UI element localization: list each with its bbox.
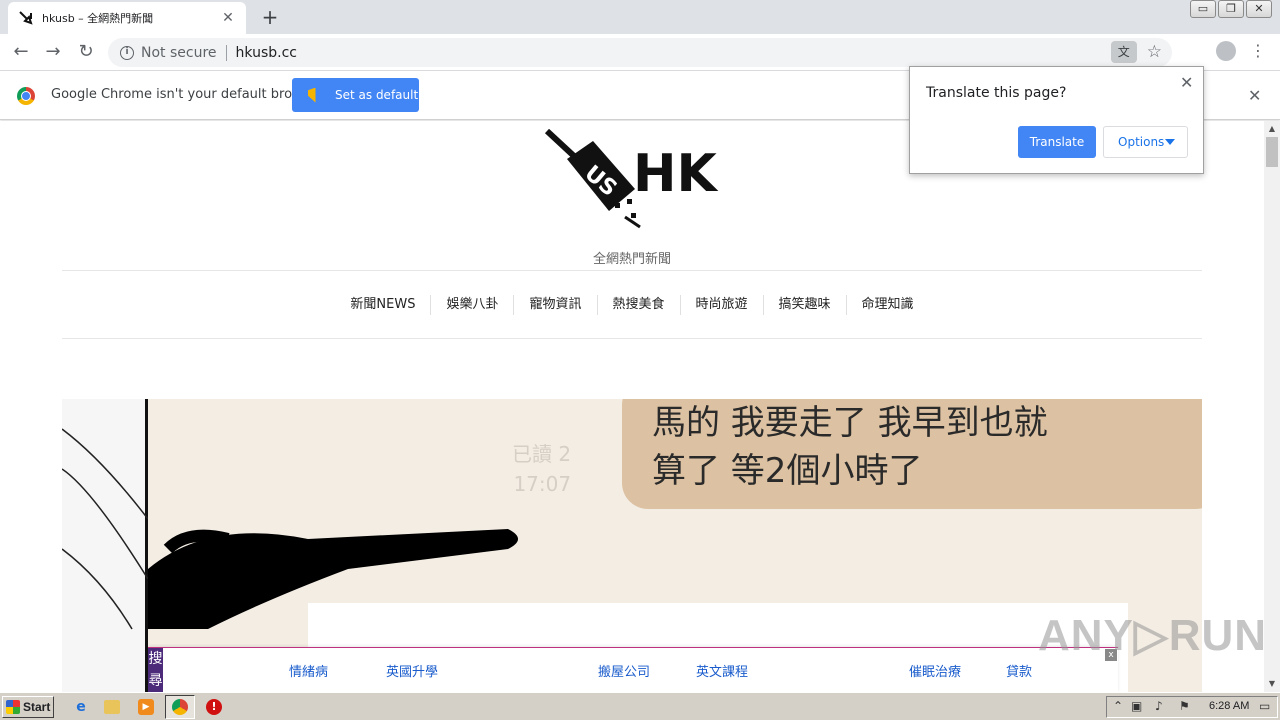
address-bar[interactable]: i Not secure hkusb.cc 文 ☆ [108,38,1172,67]
omnibox-actions: 文 ☆ [1110,41,1162,63]
chat-line-2: 算了 等2個小時了 [652,451,923,491]
ad-link-6[interactable]: 貸款 [1006,661,1032,680]
profile-avatar-icon[interactable] [1216,41,1236,61]
forward-button[interactable]: → [41,41,65,65]
chrome-taskbar-button[interactable] [165,695,195,719]
ad-link-2[interactable]: 英國升學 [386,661,438,680]
site-nav: 新聞NEWS 娛樂八卦 寵物資訊 熱搜美食 時尚旅遊 搞笑趣味 命理知識 [0,295,1264,315]
ad-link-3[interactable]: 搬屋公司 [598,661,650,680]
url-text[interactable]: hkusb.cc [236,45,297,61]
chrome-menu-icon[interactable]: ⋮ [1250,40,1266,62]
translate-button[interactable]: Translate [1018,126,1096,158]
windows-logo-icon [6,700,20,714]
nav-funny[interactable]: 搞笑趣味 [762,295,846,315]
ad-search-tag: 搜尋 [148,648,163,692]
minimize-button[interactable]: ▭ [1190,0,1216,18]
nav-fashion-travel[interactable]: 時尚旅遊 [679,295,763,315]
nav-pets[interactable]: 寵物資訊 [513,295,596,315]
new-tab-button[interactable]: + [258,6,282,28]
scroll-thumb[interactable] [1266,137,1278,167]
opera-alert-icon[interactable]: ! [206,699,222,715]
back-button[interactable]: ← [9,41,33,65]
translate-close-icon[interactable]: ✕ [1180,73,1193,92]
start-button[interactable]: Start [2,696,54,718]
explorer-folder-icon[interactable] [104,700,120,714]
media-player-icon[interactable]: ▶ [138,699,154,715]
uac-shield-icon [308,87,323,103]
nav-news[interactable]: 新聞NEWS [335,295,430,315]
nav-food[interactable]: 熱搜美食 [596,295,680,315]
options-button[interactable]: Options [1103,126,1188,158]
infobar-message: Google Chrome isn't your default browser [51,87,323,102]
web-page: US HK 全網熱門新聞 新聞NEWS 娛樂八卦 寵物資訊 熱搜美食 時尚旅遊 … [0,121,1264,692]
vertical-scrollbar[interactable]: ▲ ▼ [1264,121,1280,692]
tab-title: hkusb – 全網熱門新聞 [42,12,154,25]
scroll-down-icon[interactable]: ▼ [1264,676,1280,692]
ad-search-bar: 搜尋 情緒病 英國升學 搬屋公司 英文課程 催眠治療 貸款 x [148,647,1118,692]
chrome-taskbar-icon [172,699,188,715]
chat-line-1: 馬的 我要走了 我早到也就 [652,403,1048,443]
tab-hkusb[interactable]: hkusb – 全網熱門新聞 ✕ [8,2,246,34]
windows-taskbar: Start e ▶ ! ⌃ ▣ ♪ ⚑ 6:28 AM ▭ [0,692,1280,720]
start-label: Start [23,700,51,714]
chat-bubble-text: 馬的 我要走了 我早到也就 算了 等2個小時了 [652,399,1048,495]
ad-link-4[interactable]: 英文課程 [696,661,748,680]
translate-icon[interactable]: 文 [1110,41,1137,63]
nav-entertainment[interactable]: 娛樂八卦 [430,295,513,315]
tab-strip: hkusb – 全網熱門新聞 ✕ + ▭ ❐ ✕ [0,0,1280,34]
sketch-lines [62,428,149,630]
maximize-button[interactable]: ❐ [1218,0,1244,18]
info-icon[interactable]: i [120,45,134,60]
translate-question: Translate this page? [926,85,1067,101]
site-favicon-icon [19,11,33,25]
action-center-flag-icon[interactable]: ⚑ [1179,699,1190,713]
options-label: Options [1118,135,1165,149]
hero-left-panel [62,399,149,692]
system-tray: ⌃ ▣ ♪ ⚑ 6:28 AM ▭ [1106,696,1278,718]
ad-link-1[interactable]: 情緒病 [289,661,328,680]
window-controls: ▭ ❐ ✕ [1188,0,1272,18]
divider-bottom [62,338,1202,339]
read-status: 已讀 2 [512,442,572,466]
site-tagline: 全網熱門新聞 [592,252,671,267]
read-time: 17:07 [513,472,572,496]
omnibox-divider [225,44,227,61]
nav-fortune[interactable]: 命理知識 [845,295,929,315]
set-as-default-label: Set as default [335,88,419,102]
translate-popup: Translate this page? ✕ Translate Options [909,66,1204,174]
tray-expand-icon[interactable]: ⌃ [1113,699,1123,713]
volume-icon[interactable]: ♪ [1155,699,1163,713]
ie-icon[interactable]: e [72,698,90,716]
logo-text: HK [633,144,719,204]
taskbar-clock[interactable]: 6:28 AM [1209,700,1249,712]
chrome-logo-icon [17,87,35,105]
read-receipt: 已讀 2 17:07 [512,439,571,499]
set-as-default-button[interactable]: Set as default [292,78,419,112]
reload-button[interactable]: ↻ [74,41,98,65]
anyrun-watermark: ANY▷RUN [1038,611,1268,660]
scroll-up-icon[interactable]: ▲ [1264,121,1280,137]
caret-down-icon [1165,139,1175,145]
close-window-button[interactable]: ✕ [1246,0,1272,18]
network-icon[interactable]: ▣ [1131,699,1142,713]
ad-link-5[interactable]: 催眠治療 [909,661,961,680]
divider-top [62,270,1202,271]
tab-close-icon[interactable]: ✕ [220,10,236,26]
show-desktop-icon[interactable]: ▭ [1259,699,1270,713]
security-label: Not secure [141,44,217,61]
site-logo[interactable]: US HK [545,129,720,229]
bookmark-star-icon[interactable]: ☆ [1147,42,1162,62]
infobar-close-icon[interactable]: ✕ [1248,86,1261,105]
